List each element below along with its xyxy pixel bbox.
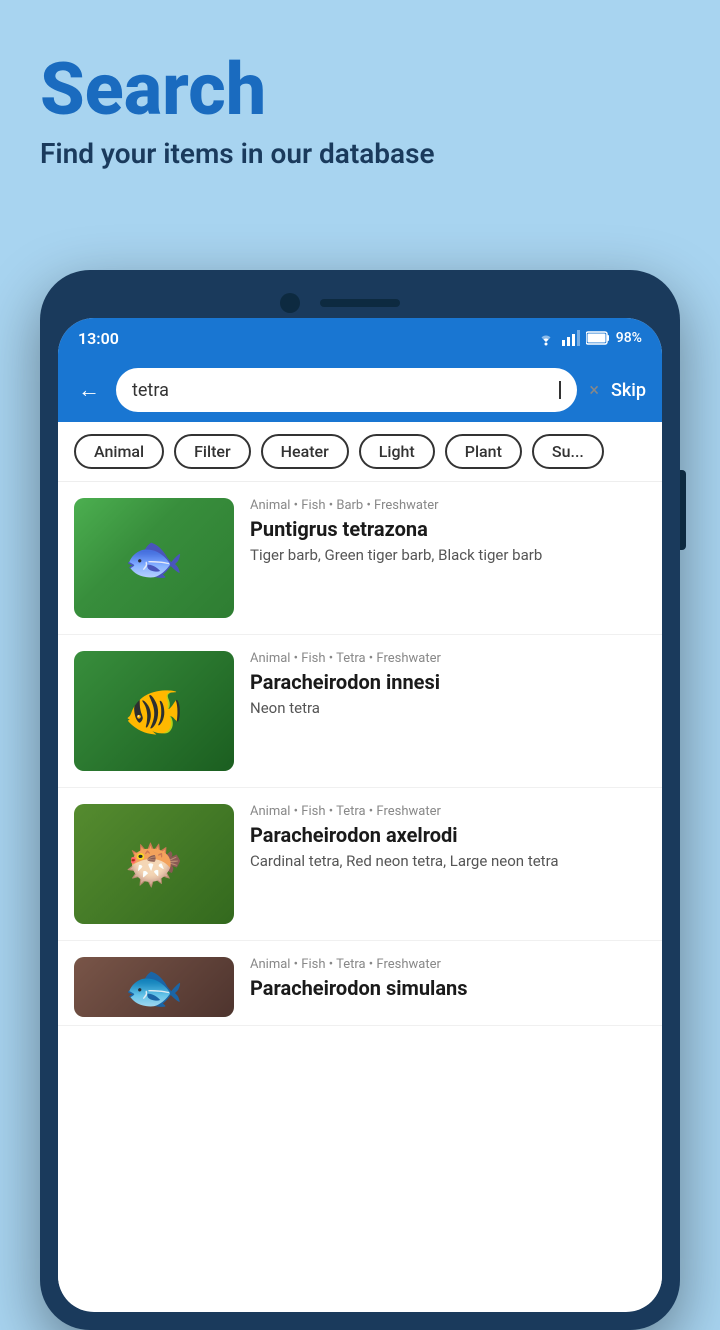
result-name-1: Puntigrus tetrazona [250,517,646,541]
page-header: Search Find your items in our database [0,0,720,200]
chip-filter[interactable]: Filter [174,434,251,469]
back-button[interactable]: ← [74,373,104,407]
result-item-3[interactable]: Animal • Fish • Tetra • Freshwater Parac… [58,788,662,941]
result-info-2: Animal • Fish • Tetra • Freshwater Parac… [250,651,646,719]
phone-speaker [320,299,400,307]
phone-frame: 13:00 [40,270,680,1330]
result-image-3 [74,804,234,924]
result-common-1: Tiger barb, Green tiger barb, Black tige… [250,545,646,566]
result-tags-1: Animal • Fish • Barb • Freshwater [250,498,646,513]
chip-plant[interactable]: Plant [445,434,522,469]
signal-icon [562,330,580,346]
phone-screen: 13:00 [58,318,662,1312]
chip-more[interactable]: Su... [532,434,604,469]
page-subtitle: Find your items in our database [40,137,680,170]
neon-tetra-image [74,651,234,771]
search-input-text[interactable]: tetra [132,380,558,401]
wifi-icon [536,330,556,346]
result-name-2: Paracheirodon innesi [250,670,646,694]
tiger-barb-image [74,498,234,618]
cardinal-tetra-image [74,804,234,924]
skip-button[interactable]: Skip [611,380,646,401]
filter-chips-row: Animal Filter Heater Light Plant Su... [58,422,662,482]
result-info-3: Animal • Fish • Tetra • Freshwater Parac… [250,804,646,872]
status-time: 13:00 [78,329,119,348]
clear-button[interactable]: × [589,380,599,401]
result-image-4 [74,957,234,1017]
simulans-image [74,957,234,1017]
search-bar: ← tetra × Skip [58,358,662,422]
result-name-3: Paracheirodon axelrodi [250,823,646,847]
result-item-4[interactable]: Animal • Fish • Tetra • Freshwater Parac… [58,941,662,1026]
result-info-4: Animal • Fish • Tetra • Freshwater Parac… [250,957,646,1004]
phone-camera [280,293,300,313]
search-cursor [559,381,561,399]
result-name-4: Paracheirodon simulans [250,976,646,1000]
result-common-3: Cardinal tetra, Red neon tetra, Large ne… [250,851,646,872]
battery-icon [586,331,610,345]
chip-heater[interactable]: Heater [261,434,349,469]
results-list: Animal • Fish • Barb • Freshwater Puntig… [58,482,662,1310]
status-bar: 13:00 [58,318,662,358]
result-image-1 [74,498,234,618]
result-tags-4: Animal • Fish • Tetra • Freshwater [250,957,646,972]
result-info-1: Animal • Fish • Barb • Freshwater Puntig… [250,498,646,566]
chip-animal[interactable]: Animal [74,434,164,469]
result-item-1[interactable]: Animal • Fish • Barb • Freshwater Puntig… [58,482,662,635]
search-input-wrapper[interactable]: tetra [116,368,577,412]
result-tags-2: Animal • Fish • Tetra • Freshwater [250,651,646,666]
result-image-2 [74,651,234,771]
result-tags-3: Animal • Fish • Tetra • Freshwater [250,804,646,819]
phone-notch [58,288,662,318]
phone-side-button [680,470,686,550]
result-common-2: Neon tetra [250,698,646,719]
chip-light[interactable]: Light [359,434,435,469]
status-icons: 98% [536,330,642,346]
page-title: Search [40,50,680,129]
result-item-2[interactable]: Animal • Fish • Tetra • Freshwater Parac… [58,635,662,788]
battery-percentage: 98% [616,330,642,346]
